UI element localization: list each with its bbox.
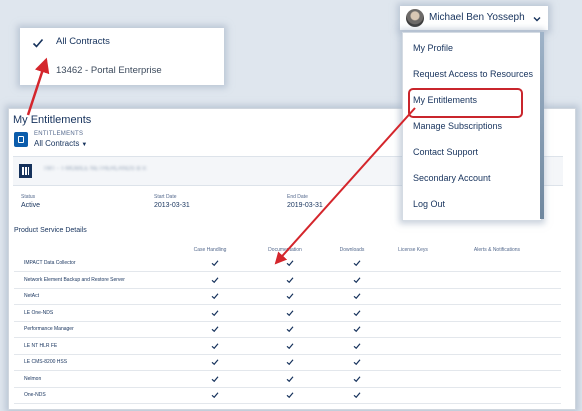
highlight-box	[408, 88, 523, 118]
menu-item-manage-subscriptions[interactable]: Manage Subscriptions	[413, 121, 502, 131]
status-value: Active	[21, 202, 41, 209]
table-row: NetAct	[14, 288, 561, 305]
column-header: Documentation	[268, 247, 302, 253]
checkmark-icon	[211, 342, 219, 350]
end-date-value: 2019-03-31	[287, 202, 323, 209]
page-title: My Entitlements	[13, 114, 92, 126]
product-name: LE CMS-8200 HSS	[24, 359, 68, 365]
product-name: LE NT HLR FE	[24, 342, 58, 349]
menu-item-my-profile[interactable]: My Profile	[413, 43, 453, 53]
menu-item-contact-support[interactable]: Contact Support	[413, 147, 478, 157]
contract-selector-value: All Contracts	[34, 139, 80, 148]
status-label: Status	[21, 194, 36, 200]
table-row: One-NDS	[14, 387, 561, 404]
column-header: License Keys	[398, 247, 428, 253]
contract-option-all[interactable]: All Contracts	[56, 36, 110, 47]
checkmark-icon	[211, 292, 219, 300]
product-name: LE One-NDS	[24, 309, 54, 316]
user-avatar	[406, 9, 424, 27]
contract-selector[interactable]: All Contracts ▼	[34, 139, 87, 148]
checkmark-icon	[353, 325, 361, 333]
product-name: One-NDS	[24, 392, 46, 398]
checkmark-icon	[353, 391, 361, 399]
checkmark-icon	[286, 391, 294, 399]
checkmark-icon	[286, 325, 294, 333]
end-date-label: End Date	[287, 194, 308, 200]
building-icon	[19, 164, 32, 178]
checkmark-icon	[353, 358, 361, 366]
checkmark-icon	[286, 259, 294, 267]
user-name: Michael Ben Yosseph	[429, 12, 525, 23]
menu-edge-strip	[540, 32, 544, 219]
checkmark-icon	[211, 391, 219, 399]
product-name: Network Element Backup and Restore Serve…	[24, 276, 125, 283]
product-name: Performance Manager	[24, 326, 74, 332]
checkmark-icon	[286, 292, 294, 300]
contract-option-portal-enterprise[interactable]: 13462 - Portal Enterprise	[56, 65, 162, 76]
column-header: Case Handling	[193, 247, 227, 253]
entitlements-icon	[14, 132, 28, 147]
table-row: Performance Manager	[14, 321, 561, 338]
menu-item-log-out[interactable]: Log Out	[413, 199, 445, 209]
table-row: IMPACT Data Collector	[14, 255, 561, 272]
checkmark-icon	[353, 375, 361, 383]
checkmark-icon	[353, 342, 361, 350]
checkmark-icon	[211, 375, 219, 383]
product-name: NetAct	[24, 293, 40, 299]
start-date-value: 2013-03-31	[154, 202, 190, 209]
checkmark-icon	[353, 276, 361, 284]
checkmark-icon	[286, 358, 294, 366]
table-row: Network Element Backup and Restore Serve…	[14, 272, 561, 289]
checkmark-icon	[286, 342, 294, 350]
checkmark-icon	[211, 276, 219, 284]
checkmark-icon	[353, 259, 361, 267]
checkmark-icon	[32, 38, 44, 48]
checkmark-icon	[353, 292, 361, 300]
checkmark-icon	[211, 309, 219, 317]
table-row: LE One-NDS	[14, 305, 561, 322]
chevron-down-icon: ▼	[81, 142, 88, 148]
table-row: LE CMS-8200 HSS	[14, 354, 561, 371]
checkmark-icon	[286, 375, 294, 383]
account-name: TMT - T-MOBILE NETHERLANDS B.V.	[43, 166, 148, 172]
product-name: IMPACT Data Collector	[24, 260, 76, 266]
table-row: LE NT HLR FE	[14, 338, 561, 355]
column-header: Alerts & Notifications	[473, 247, 521, 253]
contract-dropdown-menu: All Contracts 13462 - Portal Enterprise	[20, 28, 224, 85]
start-date-label: Start Date	[154, 194, 177, 200]
menu-item-request-access[interactable]: Request Access to Resources	[413, 69, 533, 79]
checkmark-icon	[286, 276, 294, 284]
checkmark-icon	[211, 325, 219, 333]
checkmark-icon	[353, 309, 361, 317]
chevron-down-icon	[533, 17, 541, 22]
menu-item-secondary-account[interactable]: Secondary Account	[413, 173, 491, 183]
checkmark-icon	[211, 358, 219, 366]
user-dropdown-menu: My Profile Request Access to Resources M…	[402, 32, 542, 221]
entitlements-label: ENTITLEMENTS	[34, 131, 84, 137]
checkmark-icon	[211, 259, 219, 267]
product-name: Nelmon	[24, 375, 42, 382]
user-menu-toggle[interactable]: Michael Ben Yosseph	[400, 6, 548, 30]
checkmark-icon	[286, 309, 294, 317]
table-row: Nelmon	[14, 371, 561, 388]
section-title: Product Service Details	[14, 227, 87, 234]
column-header: Downloads	[339, 247, 365, 253]
